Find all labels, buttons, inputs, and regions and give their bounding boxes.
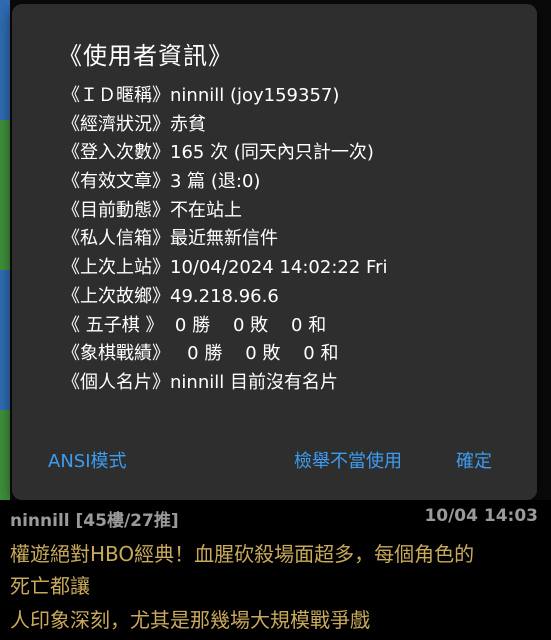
info-row-posts: 《有效文章》3 篇 (退:0)	[62, 168, 387, 197]
info-row-chess: 《象棋戰績》 0 勝 0 敗 0 和	[62, 340, 387, 369]
report-button[interactable]: 檢舉不當使用	[294, 444, 402, 480]
info-row-card: 《個人名片》ninnill 目前沒有名片	[62, 369, 387, 398]
ansi-mode-button[interactable]: ANSI模式	[48, 444, 127, 480]
info-value: ninnill (joy159357)	[170, 85, 340, 106]
info-label: 《個人名片》	[62, 371, 170, 393]
info-value: 不在站上	[170, 199, 242, 221]
info-row-last-ip: 《上次故鄉》49.218.96.6	[62, 283, 387, 312]
post-time: 10/04 14:03	[424, 506, 538, 526]
post-line: 權遊絕對HBO經典！血腥砍殺場面超多，每個角色的	[10, 542, 475, 566]
side-strip-2	[0, 120, 10, 270]
info-label: 《 五子棋 》	[62, 314, 164, 336]
info-value: 165 次 (同天內只計一次)	[170, 142, 374, 164]
info-value: 49.218.96.6	[170, 285, 279, 307]
info-value: 0 勝 0 敗 0 和	[170, 343, 339, 365]
info-row-logins: 《登入次數》165 次 (同天內只計一次)	[62, 139, 387, 168]
info-value: 3 篇 (退:0)	[170, 171, 261, 193]
info-label: 《象棋戰績》	[62, 343, 170, 365]
info-label: 《私人信箱》	[62, 228, 170, 250]
info-label: 《上次上站》	[62, 257, 170, 279]
info-value: ninnill 目前沒有名片	[170, 371, 338, 393]
info-value: 最近無新信件	[170, 228, 278, 250]
post-author[interactable]: ninnill [45樓/27推]	[10, 506, 179, 531]
info-label: 《登入次數》	[62, 142, 170, 164]
side-strip-3	[0, 270, 10, 410]
info-row-economy: 《經濟狀況》赤貧	[62, 111, 387, 140]
user-info-dialog: 《使用者資訊》 《ＩＤ暱稱》ninnill (joy159357) 《經濟狀況》…	[12, 4, 537, 500]
info-row-status: 《目前動態》不在站上	[62, 197, 387, 226]
info-label: 《ＩＤ暱稱》	[62, 85, 170, 106]
info-label: 《目前動態》	[62, 199, 170, 221]
info-row-id: 《ＩＤ暱稱》ninnill (joy159357)	[62, 82, 387, 111]
dialog-actions: ANSI模式 檢舉不當使用 確定	[12, 444, 537, 480]
dialog-title: 《使用者資訊》	[58, 42, 233, 70]
info-row-gomoku: 《 五子棋 》 0 勝 0 敗 0 和	[62, 312, 387, 341]
info-value: 0 勝 0 敗 0 和	[163, 314, 327, 336]
info-value: 赤貧	[170, 113, 206, 135]
info-label: 《上次故鄉》	[62, 285, 170, 307]
side-strip-1	[0, 0, 10, 120]
post-header: ninnill [45樓/27推] 10/04 14:03	[10, 506, 538, 532]
info-row-last-login: 《上次上站》10/04/2024 14:02:22 Fri	[62, 254, 387, 283]
post-line: 人印象深刻，尤其是那幾場大規模戰爭戲	[10, 608, 370, 632]
info-row-mailbox: 《私人信箱》最近無新信件	[62, 225, 387, 254]
info-value: 10/04/2024 14:02:22 Fri	[170, 257, 388, 279]
post-line: 死亡都讓	[10, 574, 90, 598]
info-label: 《有效文章》	[62, 171, 170, 193]
side-strip-4	[0, 410, 10, 500]
confirm-button[interactable]: 確定	[456, 444, 492, 480]
info-label: 《經濟狀況》	[62, 113, 170, 135]
info-list: 《ＩＤ暱稱》ninnill (joy159357) 《經濟狀況》赤貧 《登入次數…	[62, 82, 387, 398]
